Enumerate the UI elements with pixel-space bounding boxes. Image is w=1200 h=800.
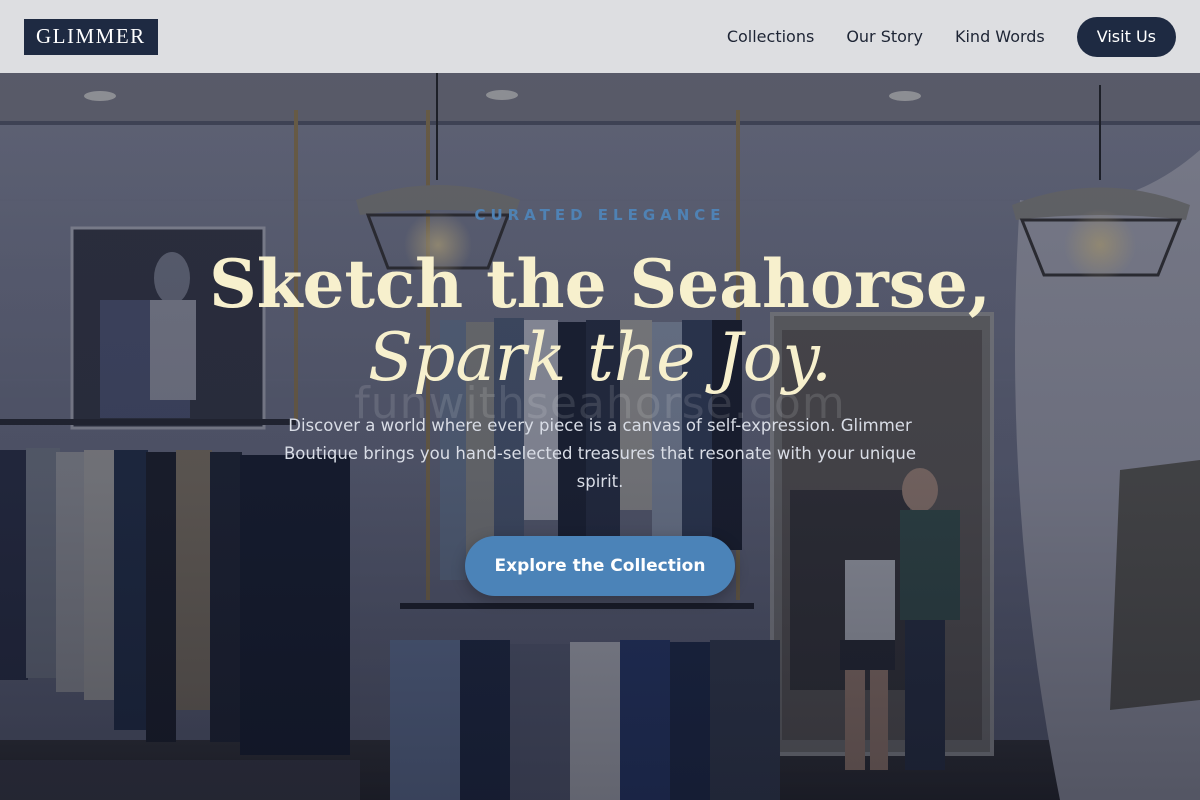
brand-logo[interactable]: GLIMMER: [24, 18, 158, 55]
hero-content: CURATED ELEGANCE Sketch the Seahorse, Sp…: [0, 0, 1200, 800]
hero-headline-line1: Sketch the Seahorse,: [209, 245, 991, 323]
nav-link-our-story[interactable]: Our Story: [846, 27, 923, 46]
nav-link-collections[interactable]: Collections: [727, 27, 814, 46]
site-header: GLIMMER Collections Our Story Kind Words…: [0, 0, 1200, 73]
main-nav: Collections Our Story Kind Words Visit U…: [727, 16, 1176, 57]
nav-link-kind-words[interactable]: Kind Words: [955, 27, 1045, 46]
hero-eyebrow: CURATED ELEGANCE: [474, 206, 726, 224]
visit-us-button[interactable]: Visit Us: [1076, 16, 1176, 57]
explore-collection-button[interactable]: Explore the Collection: [465, 536, 735, 596]
hero-subtitle: Discover a world where every piece is a …: [283, 416, 917, 491]
